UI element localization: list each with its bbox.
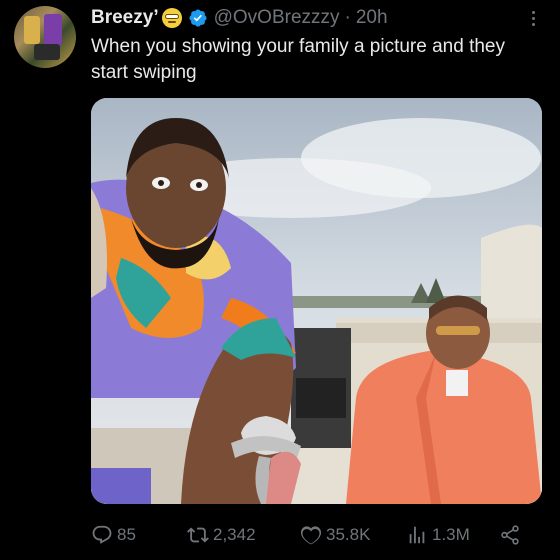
share-button[interactable] <box>499 520 521 550</box>
tweet-actions: 85 2,342 35.8K 1.3M <box>91 520 531 550</box>
like-count: 35.8K <box>326 525 371 544</box>
tweet-text: When you showing your family a picture a… <box>91 36 505 83</box>
reply-button[interactable]: 85 <box>91 520 136 550</box>
like-button[interactable]: 35.8K <box>300 520 370 550</box>
media-illustration <box>91 98 542 504</box>
sunglasses-emoji-icon <box>161 8 182 28</box>
retweet-icon <box>187 527 209 543</box>
tweet-media-image[interactable] <box>91 98 542 504</box>
retweet-count: 2,342 <box>213 525 256 544</box>
views-icon <box>409 526 425 544</box>
share-icon <box>501 525 519 545</box>
views-button[interactable]: 1.3M <box>406 520 470 550</box>
separator-dot: · <box>344 7 351 28</box>
reply-icon <box>92 525 112 544</box>
views-count: 1.3M <box>432 525 470 544</box>
more-vertical-icon[interactable] <box>528 6 538 30</box>
tweet-header: Breezy’ @OvOBrezzzy · 20h <box>91 6 388 30</box>
display-name[interactable]: Breezy’ <box>91 7 159 29</box>
reply-count: 85 <box>117 525 136 544</box>
heart-icon <box>300 526 322 545</box>
avatar[interactable] <box>14 6 76 68</box>
user-handle[interactable]: @OvOBrezzzy <box>214 7 340 29</box>
verified-badge-icon <box>188 8 208 28</box>
retweet-button[interactable]: 2,342 <box>187 520 256 550</box>
timestamp[interactable]: 20h <box>356 7 388 29</box>
